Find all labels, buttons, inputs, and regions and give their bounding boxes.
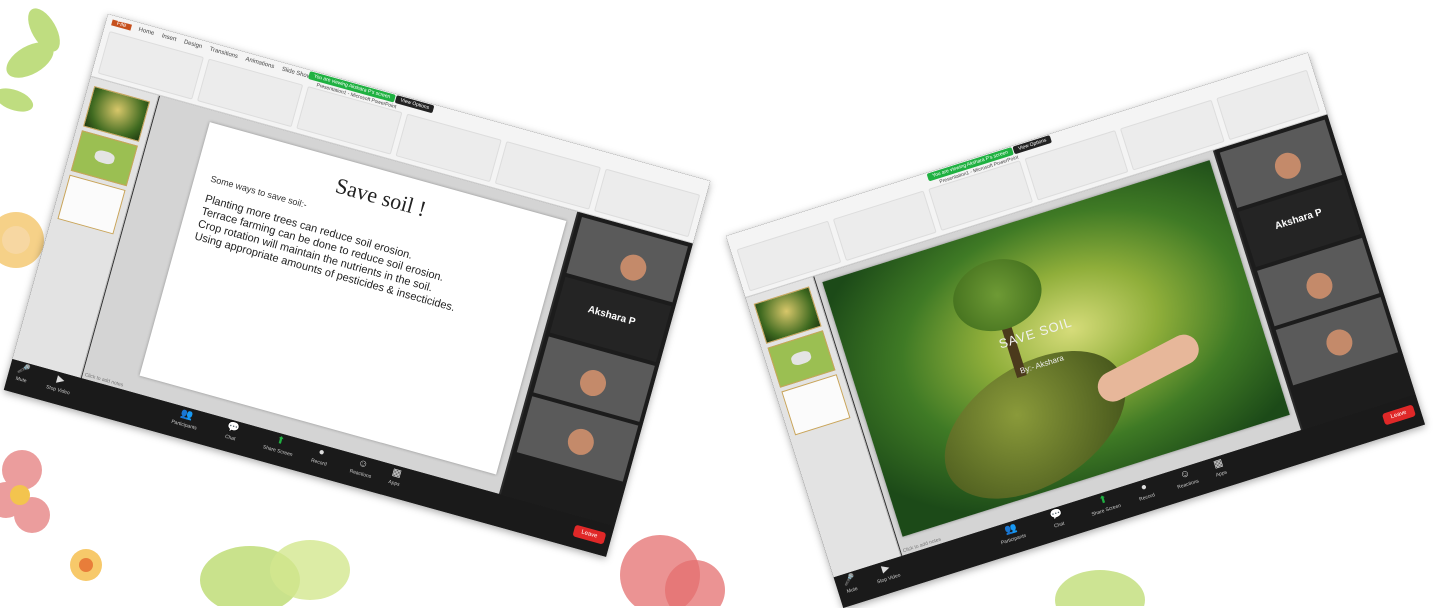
tab-file[interactable]: File bbox=[111, 19, 132, 31]
tab-home[interactable]: Home bbox=[138, 27, 155, 37]
slide-thumbnail-3[interactable] bbox=[57, 174, 126, 235]
leave-button[interactable]: Leave bbox=[1381, 404, 1417, 426]
record-button[interactable]: ● Record bbox=[1135, 481, 1156, 502]
stop-video-button[interactable]: ▶ Stop Video bbox=[45, 373, 73, 397]
chat-button[interactable]: 💬 Chat bbox=[224, 421, 241, 443]
chat-icon: 💬 bbox=[225, 421, 241, 435]
mute-button[interactable]: 🎤 Mute bbox=[14, 363, 32, 385]
leave-button[interactable]: Leave bbox=[572, 524, 607, 545]
participant-face bbox=[617, 251, 650, 284]
participant-face bbox=[577, 367, 610, 400]
record-icon: ● bbox=[317, 446, 327, 459]
apps-button[interactable]: ▦ Apps bbox=[1211, 457, 1228, 479]
leaf-decoration-bottom bbox=[200, 535, 1145, 606]
reactions-button[interactable]: ☺ Reactions bbox=[1173, 467, 1200, 491]
mute-button[interactable]: 🎤 Mute bbox=[842, 573, 859, 595]
share-screen-button[interactable]: ⬆ Share Screen bbox=[262, 433, 296, 459]
participant-face bbox=[1271, 149, 1305, 183]
record-button[interactable]: ● Record bbox=[310, 446, 330, 467]
tab-design[interactable]: Design bbox=[183, 39, 203, 50]
apps-button[interactable]: ▦ Apps bbox=[387, 467, 403, 488]
participant-face bbox=[1303, 269, 1336, 303]
participant-face bbox=[564, 425, 597, 458]
participants-button[interactable]: 👥 Participants bbox=[997, 521, 1027, 546]
participants-icon: 👥 bbox=[179, 408, 195, 423]
reactions-button[interactable]: ☺ Reactions bbox=[349, 457, 375, 480]
apps-icon: ▦ bbox=[390, 466, 403, 480]
tab-animations[interactable]: Animations bbox=[245, 56, 275, 70]
share-screen-button[interactable]: ⬆ Share Screen bbox=[1087, 491, 1122, 518]
participants-button[interactable]: 👥 Participants bbox=[171, 407, 201, 431]
stop-video-button[interactable]: ▶ Stop Video bbox=[873, 561, 901, 585]
share-screen-icon: ⬆ bbox=[274, 434, 286, 448]
reactions-icon: ☺ bbox=[356, 457, 370, 471]
video-camera-icon: ▶ bbox=[55, 373, 66, 387]
chat-button[interactable]: 💬 Chat bbox=[1049, 508, 1066, 530]
participant-name: Akshara P bbox=[1273, 206, 1324, 233]
participant-face bbox=[1323, 326, 1356, 359]
tab-slide-show[interactable]: Slide Show bbox=[281, 67, 312, 81]
tab-transitions[interactable]: Transitions bbox=[209, 47, 239, 61]
participant-name: Akshara P bbox=[586, 304, 637, 328]
view-options-button[interactable]: View Options bbox=[394, 95, 435, 114]
tab-insert[interactable]: Insert bbox=[161, 33, 177, 43]
microphone-icon: 🎤 bbox=[16, 363, 32, 377]
